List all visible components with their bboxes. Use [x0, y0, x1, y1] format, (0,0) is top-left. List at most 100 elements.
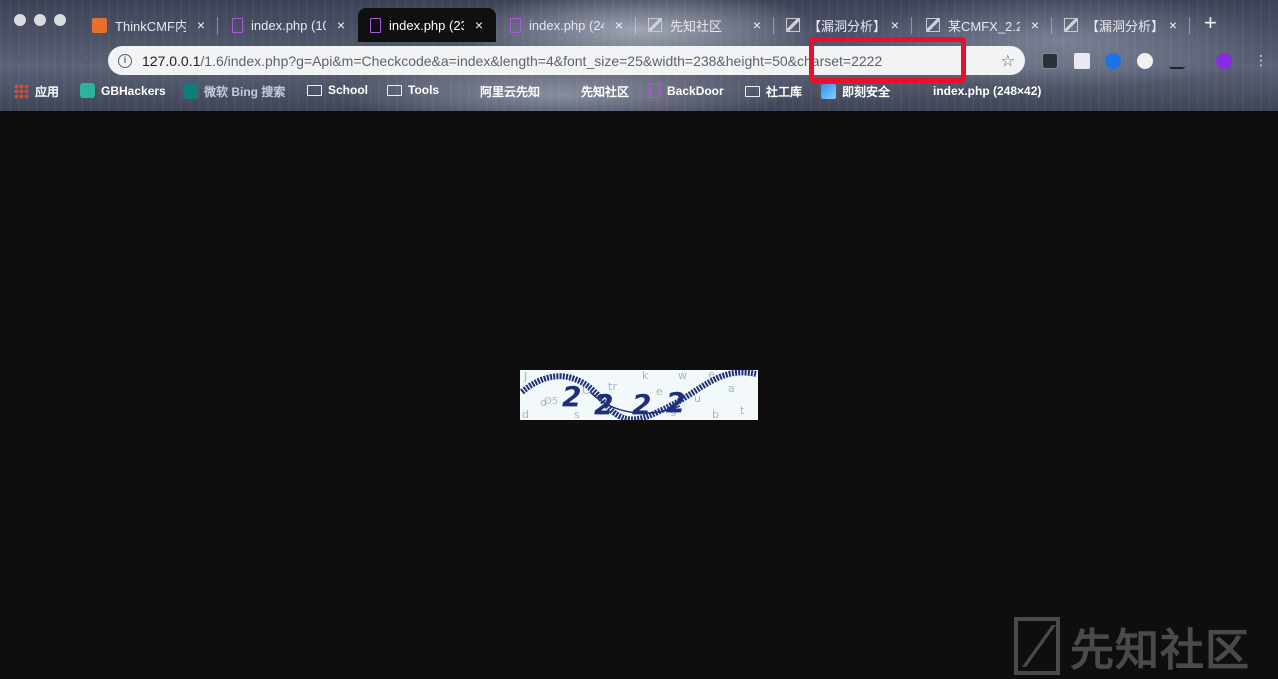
- browser-chrome: ThinkCMF内容 × index.php (10 × index.php (…: [0, 0, 1278, 111]
- profile-avatar-icon[interactable]: [1216, 53, 1232, 69]
- bookmark-school[interactable]: School: [307, 83, 368, 97]
- back-arrow-icon[interactable]: ←: [14, 50, 30, 68]
- info-icon[interactable]: i: [118, 53, 132, 68]
- bookmark-apps[interactable]: 应用: [14, 83, 59, 100]
- tab-title: 先知社区: [670, 18, 723, 34]
- doc-icon: [912, 83, 927, 98]
- captcha-graphic: Jtrk w ed Ø5s veg ub t daU 2 2 2 2: [520, 370, 757, 420]
- svg-text:e: e: [656, 385, 663, 398]
- xianzhi-watermark: 先知社区: [1012, 614, 1250, 678]
- watermark-text: 先知社区: [1070, 626, 1250, 675]
- bookmark-star-icon[interactable]: ☆: [1001, 51, 1015, 71]
- bookmark-gbhackers[interactable]: GBHackers: [80, 83, 166, 98]
- url-text[interactable]: 127.0.0.1/1.6/index.php?g=Api&m=Checkcod…: [142, 53, 882, 69]
- svg-text:k: k: [642, 370, 649, 382]
- close-icon[interactable]: ×: [750, 17, 764, 33]
- xianzhi-favicon-icon: [1064, 18, 1078, 32]
- svg-text:d: d: [522, 408, 529, 420]
- bookmark-backdoor[interactable]: BackDoor: [650, 83, 724, 98]
- xianzhi-favicon-icon: [648, 18, 662, 32]
- svg-text:b: b: [712, 408, 719, 420]
- tab-index-php-1[interactable]: index.php (10 ×: [220, 8, 358, 42]
- bookmark-label: 即刻安全: [842, 85, 891, 99]
- svg-text:a: a: [728, 382, 735, 395]
- svg-text:t: t: [740, 404, 745, 417]
- doc-icon: [650, 83, 661, 98]
- bookmark-label: 社工库: [766, 85, 803, 99]
- tab-title: 【漏洞分析】: [808, 18, 880, 34]
- bookmark-label: Tools: [408, 83, 440, 97]
- bookmark-shegongku[interactable]: 社工库: [745, 83, 802, 100]
- tab-title: ThinkCMF内容: [115, 18, 186, 34]
- bookmark-index-php[interactable]: index.php (248×42): [912, 83, 1041, 98]
- bookmark-label: School: [328, 83, 369, 97]
- close-icon[interactable]: ×: [1028, 17, 1042, 33]
- gbhackers-icon: [80, 83, 95, 98]
- tab-strip: ThinkCMF内容 × index.php (10 × index.php (…: [0, 0, 1278, 42]
- tab-xianzhi[interactable]: 先知社区 ×: [636, 8, 774, 42]
- bookmark-label: 微软 Bing 搜索: [204, 85, 286, 99]
- tab-title: index.php (10: [251, 17, 326, 33]
- bookmark-jike[interactable]: 即刻安全: [821, 83, 890, 100]
- translate-extension-icon[interactable]: [1105, 53, 1121, 69]
- tab-thinkcmf[interactable]: ThinkCMF内容 ×: [80, 8, 218, 42]
- close-icon[interactable]: ×: [472, 17, 486, 33]
- url-host: 127.0.0.1: [142, 52, 201, 69]
- close-icon[interactable]: ×: [1166, 17, 1180, 33]
- thinkcmf-favicon-icon: [92, 17, 107, 33]
- chat-extension-icon[interactable]: [1137, 53, 1153, 69]
- captcha-image: Jtr k wed Ø5 s veg ubt daU 2 2 2 2: [520, 370, 758, 420]
- bookmark-label: index.php (248×42): [933, 83, 1042, 98]
- toolbar: ← → ↻ i 127.0.0.1/1.6/index.php?g=Api&m=…: [0, 42, 1278, 78]
- bookmark-tools[interactable]: Tools: [387, 83, 439, 97]
- xianzhi-favicon-icon: [786, 18, 800, 32]
- svg-text:w: w: [678, 370, 687, 382]
- captcha-char: 2: [562, 380, 581, 413]
- captcha-char: 2: [632, 388, 651, 420]
- proxy-extension-icon[interactable]: [1169, 53, 1185, 69]
- xianzhi-logo-icon: [1014, 617, 1060, 675]
- url-highlight-box: [809, 37, 966, 83]
- ie6-extension-icon[interactable]: [1042, 53, 1058, 69]
- ghost-extension-icon[interactable]: [1074, 53, 1090, 69]
- close-icon[interactable]: ×: [334, 17, 348, 33]
- bookmark-label: GBHackers: [101, 83, 166, 98]
- bookmark-bing[interactable]: 微软 Bing 搜索: [183, 83, 285, 100]
- svg-text:J: J: [523, 370, 527, 383]
- reload-icon[interactable]: ↻: [78, 50, 91, 70]
- close-window-button[interactable]: [14, 14, 26, 26]
- bookmark-xianzhi[interactable]: 先知社区: [560, 83, 629, 100]
- bookmark-label: 阿里云先知: [480, 85, 541, 99]
- document-icon: [510, 17, 521, 33]
- tab-vuln-analysis-2[interactable]: 【漏洞分析】 ×: [1052, 8, 1190, 42]
- close-icon[interactable]: ×: [888, 17, 902, 33]
- bookmark-label: 应用: [35, 85, 60, 99]
- xz-icon: [560, 84, 575, 99]
- menu-kebab-icon[interactable]: ⋮: [1254, 53, 1268, 69]
- close-icon[interactable]: ×: [612, 17, 626, 33]
- bookmark-label: BackDoor: [667, 83, 724, 98]
- tab-index-php-3[interactable]: index.php (24 ×: [498, 8, 636, 42]
- zoom-window-button[interactable]: [54, 14, 66, 26]
- document-icon: [370, 17, 381, 33]
- folder-icon: [745, 86, 760, 97]
- url-path: /1.6/index.php?g=Api&m=Checkcode&a=index…: [200, 52, 883, 69]
- tab-index-php-active[interactable]: index.php (23 ×: [358, 8, 496, 42]
- bing-icon: [183, 84, 198, 99]
- jike-icon: [821, 84, 836, 99]
- tab-title: 【漏洞分析】: [1086, 18, 1158, 34]
- forward-arrow-icon[interactable]: →: [46, 50, 62, 68]
- close-icon[interactable]: ×: [194, 17, 208, 33]
- minimize-window-button[interactable]: [34, 14, 46, 26]
- bookmarks-bar: 应用 GBHackers 微软 Bing 搜索 School Tools 阿里云…: [0, 78, 1278, 106]
- captcha-char: 2: [594, 388, 613, 420]
- svg-text:Ø5: Ø5: [544, 395, 558, 407]
- bookmark-label: 先知社区: [581, 85, 630, 99]
- new-tab-button[interactable]: +: [1204, 12, 1217, 34]
- tab-title: 某CMFX_2.2: [948, 18, 1020, 34]
- xianzhi-favicon-icon: [926, 18, 940, 32]
- apps-grid-icon: [14, 84, 29, 99]
- folder-icon: [307, 84, 322, 96]
- bookmark-aliyun-xianzhi[interactable]: 阿里云先知: [459, 83, 540, 100]
- tab-title: index.php (24: [529, 17, 604, 33]
